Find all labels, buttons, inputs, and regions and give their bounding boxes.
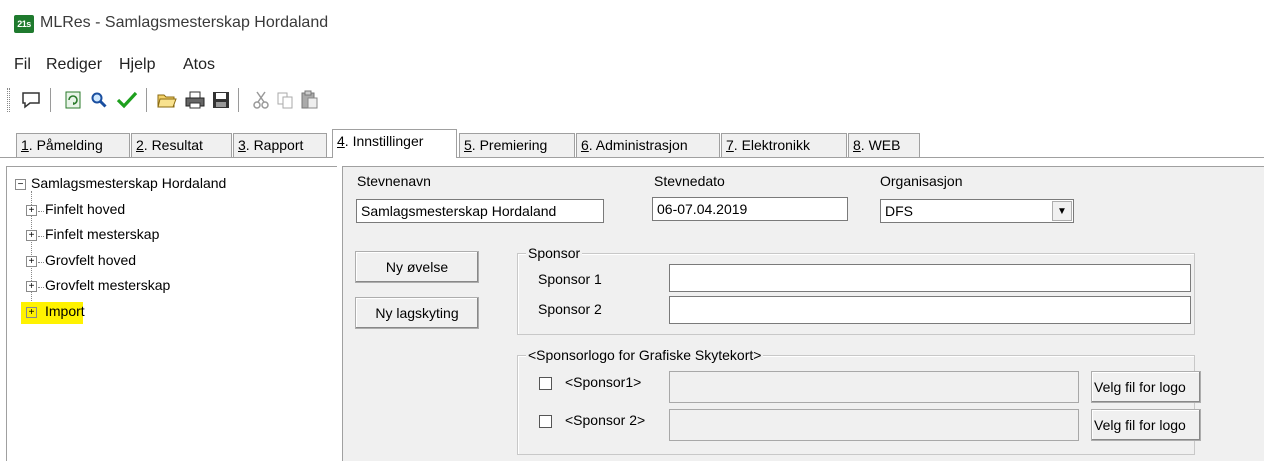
expand-icon[interactable]: +: [26, 205, 37, 216]
open-folder-icon[interactable]: [154, 87, 180, 113]
stevnenavn-input[interactable]: Samlagsmesterskap Hordaland: [356, 199, 604, 223]
expand-icon[interactable]: +: [26, 256, 37, 267]
toolbar: [0, 82, 1264, 120]
settings-panel: Stevnenavn Samlagsmesterskap Hordaland S…: [342, 166, 1264, 461]
tree-connector: [38, 262, 44, 263]
sponsor1-logo-checkbox[interactable]: [539, 377, 552, 390]
expand-icon[interactable]: +: [26, 307, 37, 318]
sponsor-group-title: Sponsor: [526, 245, 583, 261]
menu-hjelp[interactable]: Hjelp: [119, 56, 155, 74]
tree-item-grovfelt-hoved[interactable]: Grovfelt hoved: [45, 252, 136, 268]
sponsor1-input[interactable]: [669, 264, 1191, 292]
toolbar-separator: [146, 88, 148, 112]
velg-fil-logo2-button[interactable]: Velg fil for logo: [1091, 409, 1201, 441]
toolbar-separator: [238, 88, 240, 112]
ny-lagskyting-button[interactable]: Ny lagskyting: [355, 297, 479, 329]
sponsor1-logo-path: [669, 371, 1079, 403]
tree-item-finfelt-mesterskap[interactable]: Finfelt mesterskap: [45, 226, 159, 242]
expand-icon[interactable]: +: [26, 230, 37, 241]
window-title: MLRes - Samlagsmesterskap Hordaland: [40, 14, 329, 31]
tree-connector: [38, 236, 44, 237]
sponsor2-label: Sponsor 2: [538, 301, 602, 317]
tree-connector: [38, 211, 44, 212]
copy-icon[interactable]: [272, 87, 298, 113]
toolbar-grip: [7, 88, 10, 112]
organisasjon-select[interactable]: DFS ▼: [880, 199, 1074, 223]
organisasjon-label: Organisasjon: [880, 173, 963, 189]
tab-premiering[interactable]: 5. Premiering: [459, 133, 575, 157]
toolbar-separator: [50, 88, 52, 112]
check-icon[interactable]: [114, 87, 140, 113]
stevnedato-label: Stevnedato: [654, 173, 725, 189]
tree-connector: [38, 287, 44, 288]
tab-web[interactable]: 8. WEB: [848, 133, 920, 157]
sponsor2-logo-path: [669, 409, 1079, 441]
event-tree[interactable]: − Samlagsmesterskap Hordaland + Finfelt …: [6, 166, 337, 461]
sponsor1-logo-label: <Sponsor1>: [565, 374, 642, 390]
sponsor2-logo-checkbox[interactable]: [539, 415, 552, 428]
velg-fil-logo1-button[interactable]: Velg fil for logo: [1091, 371, 1201, 403]
sponsor-logo-group-title: <Sponsorlogo for Grafiske Skytekort>: [526, 347, 764, 363]
ny-ovelse-button[interactable]: Ny øvelse: [355, 251, 479, 283]
cut-icon[interactable]: [248, 87, 274, 113]
tab-baseline: [0, 157, 1264, 158]
menu-fil[interactable]: Fil: [14, 56, 31, 74]
menu-atos[interactable]: Atos: [183, 56, 215, 74]
collapse-icon[interactable]: −: [15, 179, 26, 190]
tree-item-grovfelt-mesterskap[interactable]: Grovfelt mesterskap: [45, 277, 170, 293]
speech-bubble-icon[interactable]: [18, 87, 44, 113]
tree-item-import[interactable]: Import: [45, 303, 85, 319]
tab-pamelding[interactable]: 1. Påmelding: [16, 133, 130, 157]
tab-innstillinger[interactable]: 4. Innstillinger: [332, 129, 457, 158]
search-icon[interactable]: [86, 87, 112, 113]
paste-icon[interactable]: [296, 87, 322, 113]
stevnedato-input[interactable]: 06-07.04.2019: [652, 197, 848, 221]
menu-rediger[interactable]: Rediger: [46, 56, 102, 74]
menu-bar: Fil Rediger Hjelp Atos: [0, 52, 1264, 80]
tree-item-finfelt-hoved[interactable]: Finfelt hoved: [45, 201, 125, 217]
sponsor2-logo-label: <Sponsor 2>: [565, 412, 646, 428]
stevnenavn-label: Stevnenavn: [357, 173, 431, 189]
refresh-icon[interactable]: [60, 87, 86, 113]
tree-root[interactable]: Samlagsmesterskap Hordaland: [31, 175, 226, 191]
organisasjon-value: DFS: [885, 203, 913, 219]
tab-rapport[interactable]: 3. Rapport: [233, 133, 327, 157]
save-icon[interactable]: [208, 87, 234, 113]
sponsor1-label: Sponsor 1: [538, 271, 602, 287]
title-bar: 21s MLRes - Samlagsmesterskap Hordaland: [0, 0, 1264, 48]
tab-administrasjon[interactable]: 6. Administrasjon: [576, 133, 720, 157]
tab-resultat[interactable]: 2. Resultat: [131, 133, 232, 157]
sponsor2-input[interactable]: [669, 296, 1191, 324]
expand-icon[interactable]: +: [26, 281, 37, 292]
chevron-down-icon[interactable]: ▼: [1052, 201, 1072, 221]
app-icon: 21s: [14, 15, 34, 33]
tab-elektronikk[interactable]: 7. Elektronikk: [721, 133, 847, 157]
tab-strip: 1. Påmelding 2. Resultat 3. Rapport 4. I…: [0, 125, 1264, 158]
print-icon[interactable]: [182, 87, 208, 113]
